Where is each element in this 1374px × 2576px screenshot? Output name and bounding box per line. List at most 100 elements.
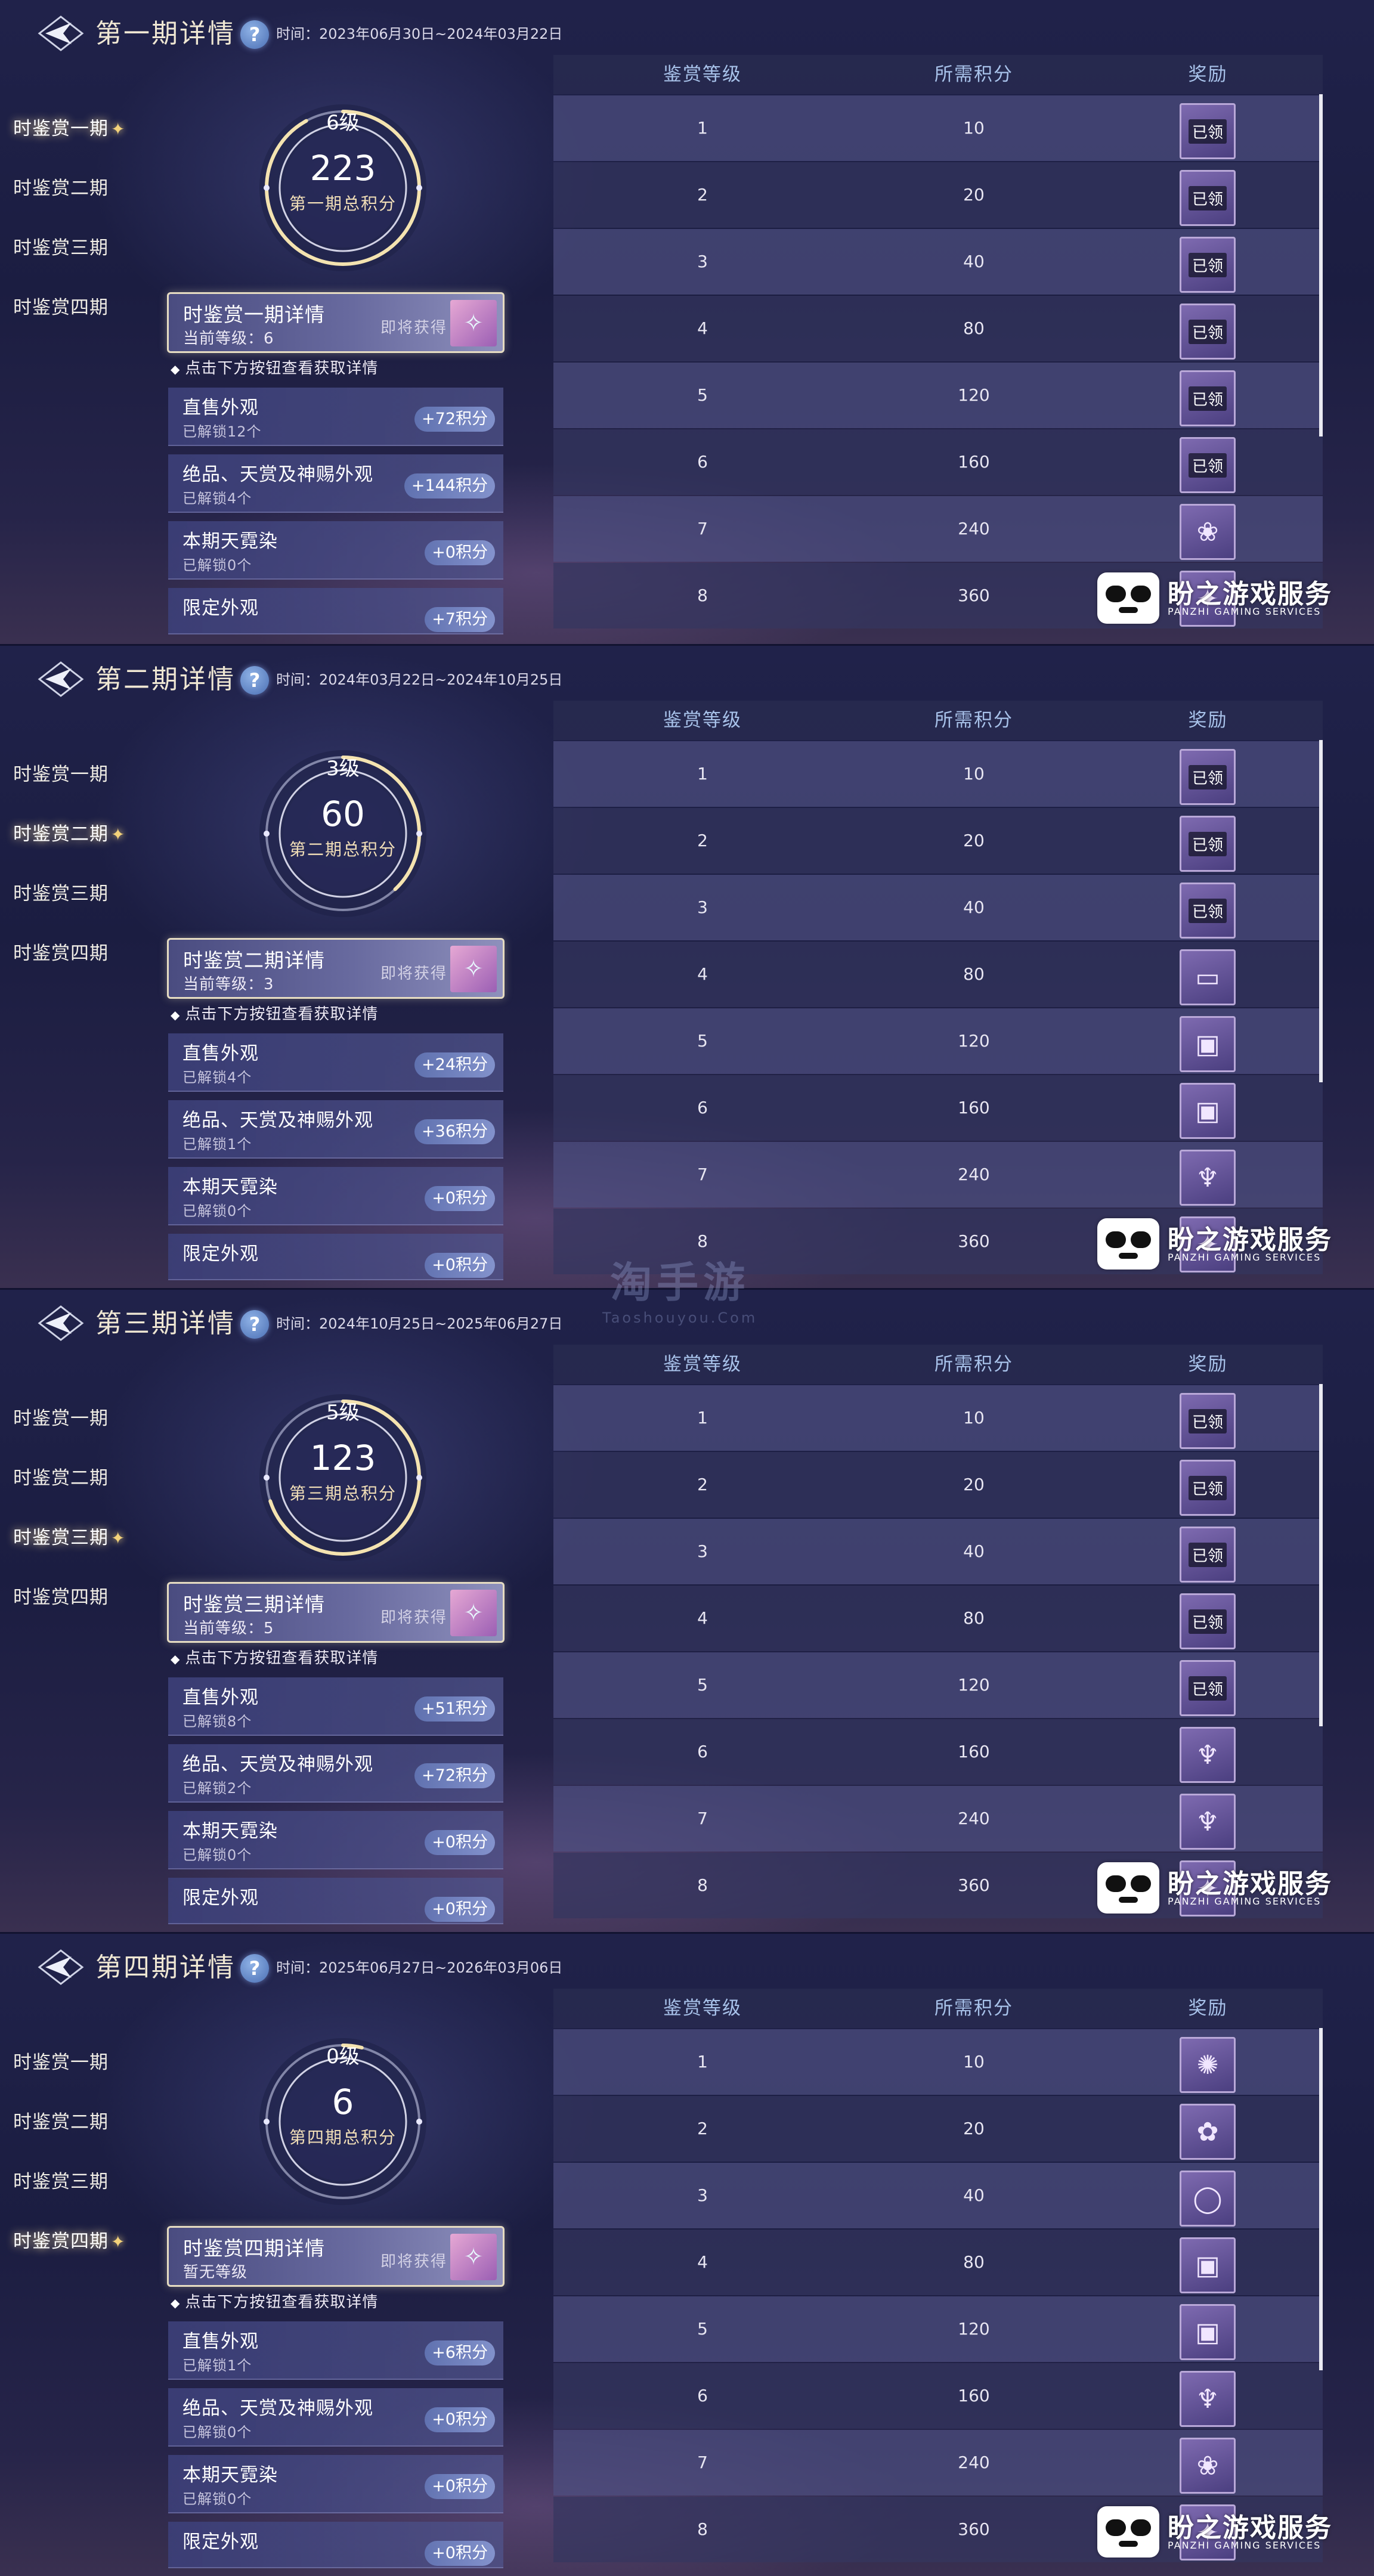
category-row[interactable]: 本期天霓染 已解锁0个 +0积分 — [168, 1167, 503, 1225]
category-row[interactable]: 限定外观 +0积分 — [168, 1878, 503, 1924]
help-icon[interactable]: ? — [240, 1310, 269, 1339]
period-detail-card[interactable]: 时鉴赏三期详情 当前等级：5 即将获得 ✧ — [167, 1582, 505, 1643]
help-icon[interactable]: ? — [240, 20, 269, 49]
category-points-badge[interactable]: +72积分 — [414, 1763, 495, 1788]
detail-title: 时鉴赏二期详情 — [183, 949, 325, 972]
sidebar-item-period-4[interactable]: 时鉴赏四期 — [13, 291, 132, 324]
reward-item[interactable]: 已领 — [1180, 1460, 1236, 1516]
category-points-badge[interactable]: +0积分 — [425, 1897, 495, 1922]
table-scrollbar[interactable] — [1319, 2028, 1323, 2370]
category-points-badge[interactable]: +0积分 — [425, 1186, 495, 1211]
reward-item[interactable]: ▣ — [1180, 2237, 1236, 2293]
reward-item[interactable]: ✺ — [1180, 2037, 1236, 2093]
reward-item[interactable]: 已领 — [1180, 883, 1236, 939]
sidebar-item-period-3[interactable]: 时鉴赏三期 — [13, 877, 132, 911]
back-button[interactable] — [37, 1947, 85, 1987]
table-scrollbar[interactable] — [1319, 94, 1323, 436]
table-scrollbar[interactable] — [1319, 740, 1323, 1082]
header-level: 鉴赏等级 — [663, 1354, 742, 1375]
category-points-badge[interactable]: +0积分 — [425, 2474, 495, 2499]
category-points-badge[interactable]: +6积分 — [425, 2340, 495, 2366]
category-row[interactable]: 直售外观 已解锁4个 +24积分 — [168, 1033, 503, 1092]
help-icon[interactable]: ? — [240, 1954, 269, 1983]
category-row[interactable]: 绝品、天赏及神赐外观 已解锁2个 +72积分 — [168, 1744, 503, 1803]
reward-item[interactable]: 已领 — [1180, 816, 1236, 872]
sidebar-item-period-1[interactable]: 时鉴赏一期 — [13, 1402, 132, 1435]
sidebar-item-period-1[interactable]: 时鉴赏一期 ✦ — [13, 112, 132, 145]
category-points-badge[interactable]: +72积分 — [414, 407, 495, 432]
reward-item[interactable]: 已领 — [1180, 237, 1236, 293]
upcoming-label: 即将获得 — [380, 2253, 448, 2271]
category-points-badge[interactable]: +36积分 — [414, 1119, 495, 1144]
reward-item[interactable]: ❀ — [1180, 504, 1236, 560]
reward-item[interactable]: ▣ — [1180, 2304, 1236, 2360]
category-points-badge[interactable]: +0积分 — [425, 1830, 495, 1855]
sidebar-item-period-2[interactable]: 时鉴赏二期 — [13, 1462, 132, 1495]
sidebar-item-period-2[interactable]: 时鉴赏二期 — [13, 172, 132, 205]
reward-item[interactable]: ♆ — [1180, 2371, 1236, 2427]
category-points-badge[interactable]: +51积分 — [414, 1696, 495, 1722]
table-scrollbar[interactable] — [1319, 1384, 1323, 1726]
reward-item[interactable]: 已领 — [1180, 1593, 1236, 1649]
back-button[interactable] — [37, 659, 85, 699]
reward-item[interactable]: ❀ — [1180, 2438, 1236, 2494]
reward-item[interactable]: 已领 — [1180, 170, 1236, 226]
reward-item[interactable]: ▭ — [1180, 949, 1236, 1005]
category-row[interactable]: 绝品、天赏及神赐外观 已解锁4个 +144积分 — [168, 454, 503, 513]
category-row[interactable]: 绝品、天赏及神赐外观 已解锁0个 +0积分 — [168, 2388, 503, 2447]
reward-item[interactable]: ♆ — [1180, 1150, 1236, 1206]
sidebar-item-period-4[interactable]: 时鉴赏四期 ✦ — [13, 2225, 132, 2258]
reward-item[interactable]: 已领 — [1180, 749, 1236, 805]
sidebar-item-period-2[interactable]: 时鉴赏二期 — [13, 2106, 132, 2139]
reward-item[interactable]: ▣ — [1180, 1016, 1236, 1072]
period-detail-card[interactable]: 时鉴赏一期详情 当前等级：6 即将获得 ✧ — [167, 292, 505, 353]
sidebar-item-label: 时鉴赏三期 — [13, 237, 109, 259]
category-points-badge[interactable]: +7积分 — [425, 607, 495, 632]
category-row[interactable]: 直售外观 已解锁1个 +6积分 — [168, 2321, 503, 2380]
row-level: 3 — [697, 1541, 708, 1561]
reward-item[interactable]: ♆ — [1180, 1727, 1236, 1783]
sidebar-item-period-3[interactable]: 时鉴赏三期 ✦ — [13, 1521, 132, 1555]
back-button[interactable] — [37, 13, 85, 54]
sidebar-item-period-3[interactable]: 时鉴赏三期 — [13, 231, 132, 265]
table-row: 6 160 ♆ — [553, 1719, 1323, 1785]
period-detail-card[interactable]: 时鉴赏二期详情 当前等级：3 即将获得 ✧ — [167, 938, 505, 999]
hint-text: ◆ 点击下方按钮查看获取详情 — [171, 357, 378, 380]
period-detail-card[interactable]: 时鉴赏四期详情 暂无等级 即将获得 ✧ — [167, 2226, 505, 2287]
reward-item[interactable]: 已领 — [1180, 437, 1236, 493]
sidebar-item-period-1[interactable]: 时鉴赏一期 — [13, 2046, 132, 2079]
category-row[interactable]: 限定外观 +0积分 — [168, 1234, 503, 1280]
reward-item[interactable]: 已领 — [1180, 1660, 1236, 1716]
category-row[interactable]: 限定外观 +7积分 — [168, 588, 503, 634]
category-row[interactable]: 限定外观 +0积分 — [168, 2522, 503, 2568]
category-row[interactable]: 直售外观 已解锁12个 +72积分 — [168, 388, 503, 446]
reward-item[interactable]: 已领 — [1180, 1393, 1236, 1449]
sidebar-item-period-4[interactable]: 时鉴赏四期 — [13, 937, 132, 970]
category-points-badge[interactable]: +24积分 — [414, 1052, 495, 1078]
reward-item[interactable]: 已领 — [1180, 304, 1236, 360]
reward-item[interactable]: ✿ — [1180, 2104, 1236, 2160]
category-row[interactable]: 本期天霓染 已解锁0个 +0积分 — [168, 521, 503, 580]
back-button[interactable] — [37, 1303, 85, 1343]
category-row[interactable]: 绝品、天赏及神赐外观 已解锁1个 +36积分 — [168, 1100, 503, 1159]
sidebar-item-period-2[interactable]: 时鉴赏二期 ✦ — [13, 818, 132, 851]
category-points-badge[interactable]: +0积分 — [425, 2541, 495, 2566]
reward-item[interactable]: ▣ — [1180, 1083, 1236, 1139]
reward-item[interactable]: 已领 — [1180, 1527, 1236, 1583]
sidebar-item-period-3[interactable]: 时鉴赏三期 — [13, 2165, 132, 2199]
sidebar-item-period-1[interactable]: 时鉴赏一期 — [13, 758, 132, 791]
help-icon[interactable]: ? — [240, 666, 269, 695]
sidebar-item-period-4[interactable]: 时鉴赏四期 — [13, 1581, 132, 1614]
category-points-badge[interactable]: +144积分 — [404, 473, 495, 499]
next-reward-thumbnail: ✧ — [450, 1590, 497, 1636]
reward-item[interactable]: 已领 — [1180, 370, 1236, 426]
category-points-badge[interactable]: +0积分 — [425, 540, 495, 565]
reward-item[interactable]: ◯ — [1180, 2171, 1236, 2227]
reward-item[interactable]: 已领 — [1180, 103, 1236, 159]
category-points-badge[interactable]: +0积分 — [425, 2407, 495, 2432]
category-row[interactable]: 本期天霓染 已解锁0个 +0积分 — [168, 1811, 503, 1869]
category-row[interactable]: 本期天霓染 已解锁0个 +0积分 — [168, 2455, 503, 2513]
category-row[interactable]: 直售外观 已解锁8个 +51积分 — [168, 1677, 503, 1736]
reward-item[interactable]: ♆ — [1180, 1794, 1236, 1850]
category-points-badge[interactable]: +0积分 — [425, 1253, 495, 1278]
